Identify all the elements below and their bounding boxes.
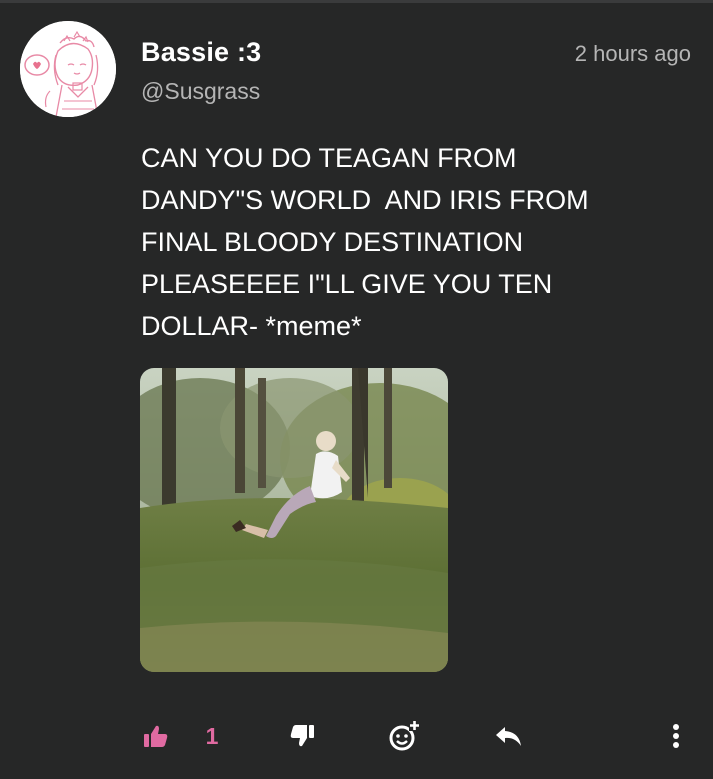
avatar[interactable]	[20, 21, 116, 117]
like-button[interactable]	[140, 711, 172, 761]
author-name[interactable]: Bassie :3	[141, 37, 261, 68]
post-actions-bar: 1	[0, 711, 713, 761]
add-reaction-icon	[389, 720, 420, 751]
more-options-button[interactable]	[664, 711, 688, 761]
author-handle[interactable]: @Susgrass	[141, 78, 260, 105]
dislike-button[interactable]	[286, 711, 318, 761]
avatar-drawing	[20, 21, 116, 117]
post-text: CAN YOU DO TEAGAN FROM DANDY"S WORLD AND…	[141, 143, 589, 341]
add-reaction-button[interactable]	[384, 711, 424, 761]
more-icon	[673, 724, 679, 748]
media-photo	[140, 368, 448, 672]
reply-button[interactable]	[492, 711, 526, 761]
thumbs-down-icon	[290, 725, 314, 747]
like-count: 1	[205, 722, 219, 749]
post-media-image[interactable]	[140, 368, 448, 672]
post-timestamp: 2 hours ago	[574, 41, 691, 66]
reply-icon	[496, 727, 521, 746]
post-card: Bassie :3 @Susgrass 2 hours ago CAN YOU …	[0, 0, 713, 779]
thumbs-up-icon	[144, 725, 168, 747]
